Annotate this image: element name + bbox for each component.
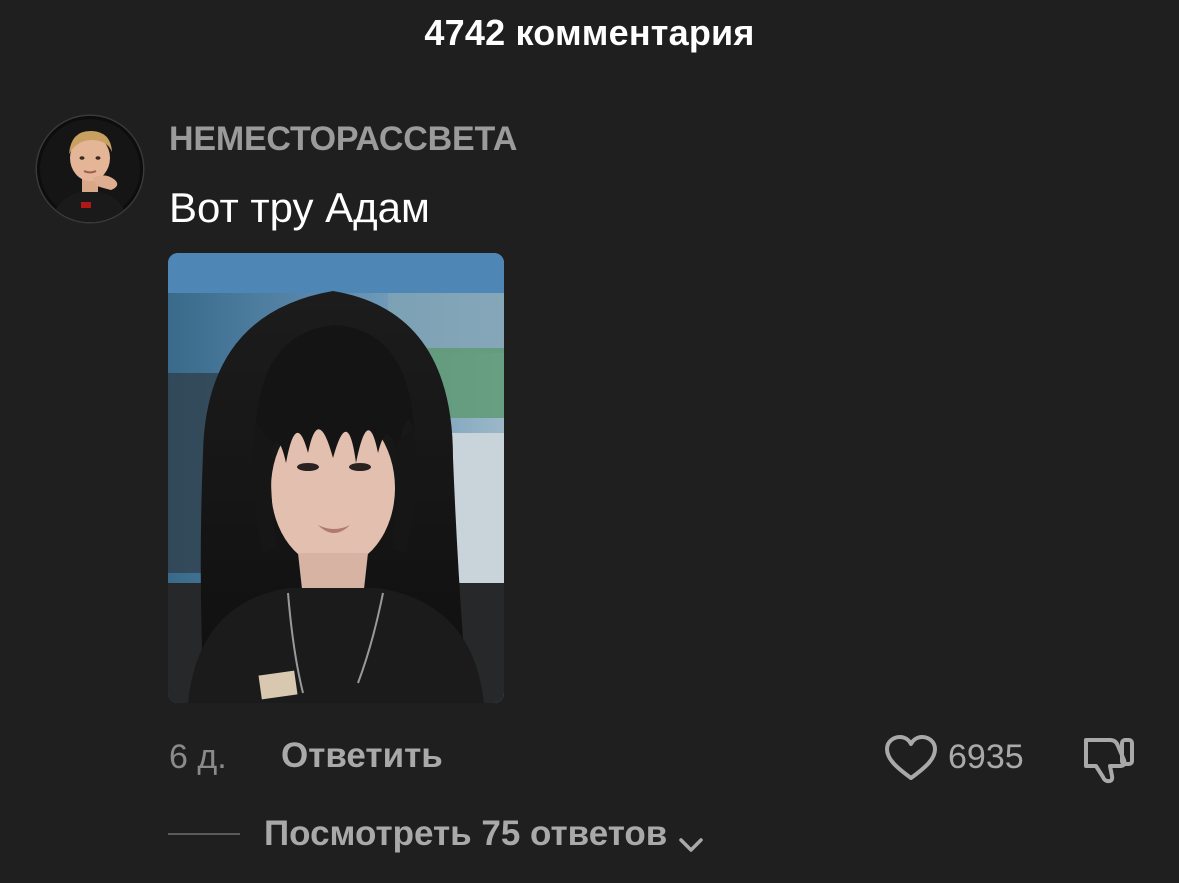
view-replies-button[interactable]: Посмотреть 75 ответов xyxy=(264,814,705,854)
comment-username[interactable]: НЕМЕСТОРАССВЕТА xyxy=(169,120,517,159)
comment-attached-photo[interactable] xyxy=(168,253,504,703)
view-replies-label: Посмотреть 75 ответов xyxy=(264,814,668,853)
like-count: 6935 xyxy=(948,738,1024,776)
heart-outline-icon[interactable] xyxy=(884,734,938,782)
comment-timestamp: 6 д. xyxy=(169,738,227,776)
reply-button[interactable]: Ответить xyxy=(281,736,443,776)
thumbs-down-icon[interactable] xyxy=(1080,734,1136,784)
avatar[interactable] xyxy=(37,116,143,222)
chevron-down-icon xyxy=(677,824,705,852)
replies-divider xyxy=(168,833,240,835)
comment-meta-row: 6 д. Ответить 6935 xyxy=(0,734,1179,784)
comments-count-title: 4742 комментария xyxy=(424,12,755,53)
comment-text: Вот тру Адам xyxy=(169,184,430,231)
user-avatar-image xyxy=(37,116,143,222)
attached-photo-image xyxy=(168,253,504,703)
replies-row: Посмотреть 75 ответов xyxy=(0,812,1179,856)
